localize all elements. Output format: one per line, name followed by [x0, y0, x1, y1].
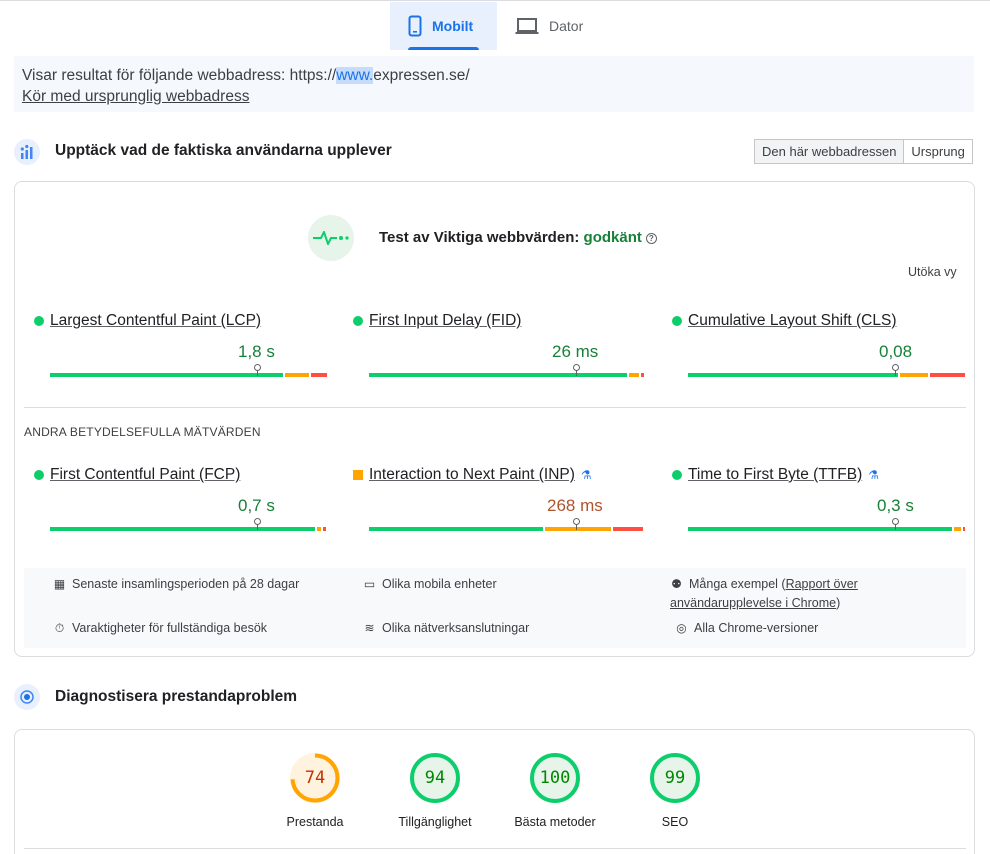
- metric-inp: Interaction to Next Paint (INP) ⚗: [353, 466, 633, 484]
- cwv-badge: [308, 215, 354, 261]
- experimental-flask-icon: ⚗: [868, 468, 879, 482]
- metric-cls-distribution: [688, 364, 965, 377]
- info-versions: ◎ Alla Chrome-versioner: [675, 619, 818, 638]
- good-status-icon: [672, 316, 682, 326]
- metric-fcp-value: 0,7 s: [238, 496, 275, 515]
- diagnose-title: Diagnostisera prestandaproblem: [55, 688, 298, 705]
- metric-inp-distribution: [369, 518, 646, 531]
- tab-mobile-label: Mobilt: [432, 18, 474, 34]
- metric-ttfb: Time to First Byte (TTFB) ⚗: [672, 466, 952, 484]
- expand-view-button[interactable]: Utöka vy: [908, 265, 957, 279]
- tab-desktop-label: Dator: [549, 18, 584, 34]
- metric-fid-name[interactable]: First Input Delay (FID): [369, 312, 521, 330]
- lighthouse-card: [14, 729, 975, 854]
- phone-icon: [408, 15, 422, 37]
- devices-icon: ▭: [363, 577, 376, 591]
- metric-lcp-name[interactable]: Largest Contentful Paint (LCP): [50, 312, 261, 330]
- p75-marker: [254, 364, 261, 376]
- info-period: ▦ Senaste insamlingsperioden på 28 dagar: [53, 575, 299, 594]
- wifi-icon: ≋: [364, 621, 375, 635]
- metric-fid: First Input Delay (FID): [353, 312, 633, 330]
- info-durations: ⏱ Varaktigheter för fullständiga besök: [53, 619, 267, 638]
- diagnose-icon: [14, 684, 40, 710]
- top-divider: [0, 0, 990, 1]
- toggle-this-url[interactable]: Den här webbadressen: [755, 140, 905, 163]
- metric-cls-value: 0,08: [879, 342, 913, 361]
- metric-fcp: First Contentful Paint (FCP): [34, 466, 314, 484]
- metric-cls: Cumulative Layout Shift (CLS): [672, 312, 952, 330]
- metric-fcp-name[interactable]: First Contentful Paint (FCP): [50, 466, 240, 484]
- score-best-practices-label: Bästa metoder: [514, 815, 596, 829]
- good-status-icon: [672, 470, 682, 480]
- laptop-icon: [515, 18, 539, 34]
- good-status-icon: [353, 316, 363, 326]
- score-performance[interactable]: 74: [290, 753, 340, 803]
- metric-lcp-value: 1,8 s: [238, 342, 275, 361]
- chrome-icon: ◎: [676, 621, 687, 635]
- timer-icon: ⏱: [54, 621, 65, 635]
- help-icon[interactable]: ?: [645, 233, 657, 244]
- tab-desktop[interactable]: Dator: [497, 2, 601, 50]
- p75-marker: [573, 518, 580, 530]
- metric-fcp-distribution: [50, 518, 327, 531]
- good-status-icon: [34, 470, 44, 480]
- experimental-flask-icon: ⚗: [580, 468, 592, 482]
- cwv-result: godkänt: [583, 229, 642, 246]
- metric-ttfb-distribution: [688, 518, 965, 531]
- metric-lcp: Largest Contentful Paint (LCP): [34, 312, 314, 330]
- field-data-icon: [14, 139, 40, 165]
- p75-marker: [254, 518, 261, 530]
- crux-report-link[interactable]: Rapport över: [786, 577, 858, 591]
- url-highlight: www.: [336, 67, 374, 84]
- info-network: ≋ Olika nätverksanslutningar: [363, 619, 529, 638]
- metric-lcp-distribution: [50, 364, 327, 377]
- calendar-icon: ▦: [53, 577, 66, 591]
- info-devices: ▭ Olika mobila enheter: [363, 575, 497, 594]
- pulse-icon: [313, 231, 349, 245]
- url-notice: Visar resultat för följande webbadress: …: [14, 56, 974, 112]
- metrics-divider: [24, 407, 966, 408]
- field-data-info: ▦ Senaste insamlingsperioden på 28 dagar …: [24, 568, 966, 648]
- field-data-title: Upptäck vad de faktiska användarna upple…: [55, 142, 392, 159]
- tab-mobile[interactable]: Mobilt: [390, 2, 497, 50]
- metric-fid-distribution: [369, 364, 646, 377]
- people-icon: ⚉: [671, 577, 682, 591]
- p75-marker: [573, 364, 580, 376]
- metric-ttfb-name[interactable]: Time to First Byte (TTFB): [688, 466, 862, 484]
- score-performance-label: Prestanda: [286, 815, 344, 829]
- metric-cls-name[interactable]: Cumulative Layout Shift (CLS): [688, 312, 896, 330]
- toggle-origin[interactable]: Ursprung: [904, 140, 971, 163]
- metric-ttfb-value: 0,3 s: [877, 496, 914, 515]
- needs-improvement-icon: [353, 470, 363, 480]
- crux-report-link-cont[interactable]: användarupplevelse i Chrome: [670, 596, 836, 610]
- other-metrics-heading: ANDRA BETYDELSEFULLA MÄTVÄRDEN: [24, 425, 261, 439]
- score-accessibility[interactable]: 94: [410, 753, 460, 803]
- info-samples: ⚉ Många exempel (Rapport över användarupp…: [670, 577, 858, 610]
- metric-inp-value: 268 ms: [547, 496, 603, 515]
- run-original-url-link[interactable]: Kör med ursprunglig webbadress: [22, 88, 249, 105]
- p75-marker: [892, 518, 899, 530]
- metric-fid-value: 26 ms: [552, 342, 599, 361]
- metric-inp-name[interactable]: Interaction to Next Paint (INP): [369, 466, 575, 484]
- score-accessibility-label: Tillgänglighet: [398, 815, 472, 829]
- score-seo-label: SEO: [661, 815, 689, 829]
- url-origin-toggle: Den här webbadressen Ursprung: [754, 139, 973, 164]
- cwv-assessment: Test av Viktiga webbvärden: godkänt?: [379, 229, 657, 246]
- url-notice-text: Visar resultat för följande webbadress: …: [22, 67, 470, 84]
- p75-marker: [892, 364, 899, 376]
- lighthouse-divider: [24, 848, 966, 849]
- score-seo[interactable]: 99: [650, 753, 700, 803]
- score-best-practices[interactable]: 100: [530, 753, 580, 803]
- good-status-icon: [34, 316, 44, 326]
